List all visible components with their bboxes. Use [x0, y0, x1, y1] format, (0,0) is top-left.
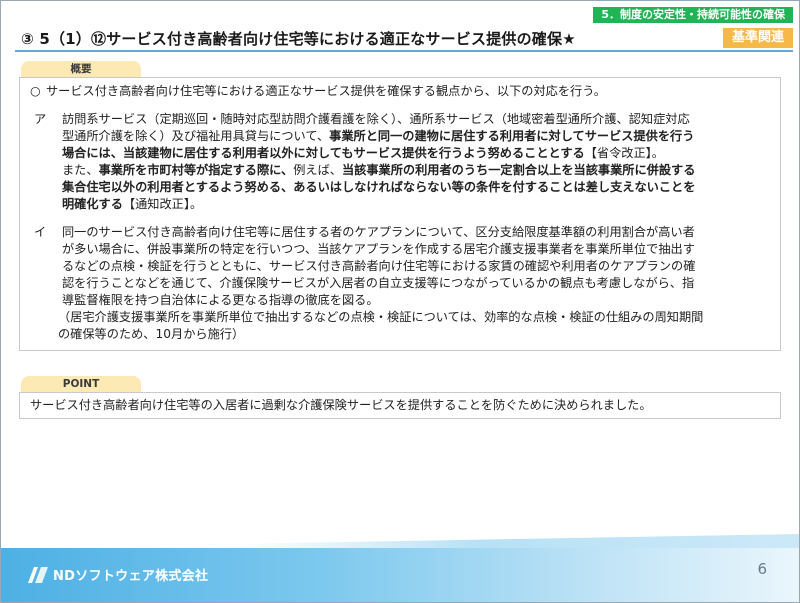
implementation-note-line: （居宅介護支援事業所を事業所単位で抽出するなどの点検・検証については、効率的な点… [58, 310, 704, 324]
overview-tab: 概要 [21, 61, 141, 77]
overview-item-line: るなどの点検・検証を行うとともに、サービス付き高齢者向け住宅等における家賃の確認… [62, 258, 770, 275]
company-logo: NDソフトウェア株式会社 [27, 565, 208, 584]
slide: 5．制度の安定性・持続可能性の確保 基準関連 ③ 5（1）⑫サービス付き高齢者向… [0, 0, 800, 603]
overview-item: イ 同一のサービス付き高齢者向け住宅等に居住する者のケアプランについて、区分支給限… [30, 224, 770, 309]
body-text: 型通所介護を除く）及び福祉用具貸与について、 [62, 129, 330, 143]
body-text: が多い場合に、併設事業所の特定を行いつつ、当該ケアプランを作成する居宅介護支援事… [62, 242, 695, 256]
body-text: また、 [62, 163, 99, 177]
emphasized-text: 事業所と同一の建物に居住する利用者に対してサービス提供を行う [329, 129, 695, 143]
overview-lead-text: サービス付き高齢者向け住宅等における適正なサービス提供を確保する観点から、以下の… [46, 84, 606, 98]
emphasized-text: 明確化する [62, 197, 123, 211]
page-number: 6 [757, 560, 767, 578]
overview-box: ○ サービス付き高齢者向け住宅等における適正なサービス提供を確保する観点から、以下… [19, 77, 781, 351]
emphasized-text: 当該事業所の利用者のうち一定割合以上を当該事業所に併設する [341, 163, 696, 177]
body-text: 【省令改正】。 [584, 146, 664, 160]
overview-item-line: 場合には、当該建物に居住する利用者以外に対してもサービス提供を行うよう努めること… [62, 145, 770, 162]
overview-item: ア 訪問系サービス（定期巡回・随時対応型訪問介護看護を除く）、通所系サービス（地域… [30, 111, 770, 213]
overview-item-line: が多い場合に、併設事業所の特定を行いつつ、当該ケアプランを作成する居宅介護支援事… [62, 241, 770, 258]
footer: NDソフトウェア株式会社 6 [1, 548, 799, 602]
overview-item-line: 集合住宅以外の利用者とするよう努める、あるいはしなければならない等の条件を付する… [62, 179, 770, 196]
nd-logo-icon [28, 566, 48, 583]
emphasized-text: 集合住宅以外の利用者とするよう努める、あるいはしなければならない等の条件を付する… [62, 180, 696, 194]
standard-tag: 基準関連 [722, 28, 793, 48]
implementation-note-line: の確保等のため、10月から施行） [58, 327, 245, 341]
overview-item-line: また、事業所を市町村等が指定する際に、例えば、当該事業所の利用者のうち一定割合以… [62, 162, 770, 179]
overview-item-label: ア [34, 112, 47, 126]
overview-item-line: 型通所介護を除く）及び福祉用具貸与について、事業所と同一の建物に居住する利用者に… [62, 128, 770, 145]
emphasized-text: 事業所を市町村等が指定する際に、 [98, 163, 294, 177]
overview-item-line: 導監督権限を持つ自治体による更なる指導の徹底を図る。 [62, 292, 770, 309]
company-name: NDソフトウェア株式会社 [53, 569, 209, 584]
body-text: 認を行うことなどを通じて、介護保険サービスが入居者の自立支援等につながっているか… [62, 276, 695, 290]
overview-items: ア 訪問系サービス（定期巡回・随時対応型訪問介護看護を除く）、通所系サービス（地域… [30, 111, 770, 309]
emphasized-text: 場合には、当該建物に居住する利用者以外に対してもサービス提供を行うよう努めること… [62, 146, 585, 160]
title-divider [15, 50, 793, 52]
page-title: ③ 5（1）⑫サービス付き高齢者向け住宅等における適正なサービス提供の確保★ [21, 30, 576, 48]
body-text: 訪問系サービス（定期巡回・随時対応型訪問介護看護を除く）、通所系サービス（地域密… [62, 112, 690, 126]
body-text: るなどの点検・検証を行うとともに、サービス付き高齢者向け住宅等における家賃の確認… [62, 259, 696, 273]
category-tag: 5．制度の安定性・持続可能性の確保 [593, 7, 793, 23]
overview-lead: ○ サービス付き高齢者向け住宅等における適正なサービス提供を確保する観点から、以下… [30, 83, 770, 100]
body-text: 例えば、 [293, 163, 342, 177]
overview-item-line: 明確化する【通知改正】。 [62, 196, 770, 213]
implementation-note: （居宅介護支援事業所を事業所単位で抽出するなどの点検・検証については、効率的な点… [30, 309, 770, 343]
overview-item-line: 訪問系サービス（定期巡回・随時対応型訪問介護看護を除く）、通所系サービス（地域密… [62, 111, 770, 128]
body-text: 同一のサービス付き高齢者向け住宅等に居住する者のケアプランについて、区分支給限度… [62, 225, 695, 239]
overview-item-line: 同一のサービス付き高齢者向け住宅等に居住する者のケアプランについて、区分支給限度… [62, 224, 770, 241]
overview-item-line: 認を行うことなどを通じて、介護保険サービスが入居者の自立支援等につながっているか… [62, 275, 770, 292]
circle-bullet-icon: ○ [30, 84, 41, 98]
body-text: 【通知改正】。 [122, 197, 203, 211]
overview-item-label: イ [34, 225, 47, 239]
body-text: 導監督権限を持つ自治体による更なる指導の徹底を図る。 [62, 293, 379, 307]
point-text: サービス付き高齢者向け住宅等の入居者に過剰な介護保険サービスを提供することを防ぐ… [30, 398, 652, 412]
point-tab: POINT [21, 376, 141, 392]
point-box: サービス付き高齢者向け住宅等の入居者に過剰な介護保険サービスを提供することを防ぐ… [19, 392, 781, 419]
